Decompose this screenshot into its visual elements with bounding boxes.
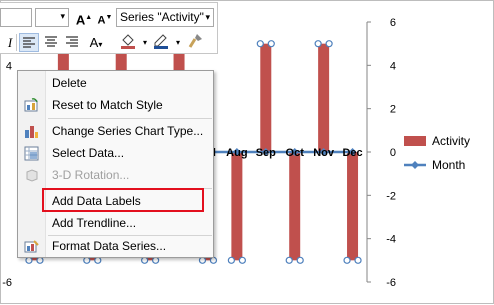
legend-label: Activity: [432, 134, 471, 148]
chart-area[interactable]: 6420-2-4-64-6JulAugSepOctNovDec ▾ A▲ A▼ …: [0, 0, 494, 305]
right-axis-tick-label: 4: [390, 60, 396, 72]
legend-swatch-month: [404, 161, 426, 169]
menu-item-change-chart-type[interactable]: Change Series Chart Type...: [18, 121, 213, 142]
format-painter-icon: [188, 34, 202, 48]
menu-item-label: Change Series Chart Type...: [52, 124, 204, 138]
font-color-button[interactable]: A▾: [86, 33, 106, 52]
selection-handle: [256, 40, 264, 48]
rotation-3d-icon: [26, 169, 38, 182]
selection-handle: [354, 256, 362, 264]
format-series-icon: [24, 240, 39, 253]
bar-activity: [347, 152, 359, 261]
bar-activity: [260, 43, 272, 152]
menu-item-label: Add Trendline...: [52, 216, 137, 230]
selection-handle: [343, 256, 351, 264]
menu-item-reset-style[interactable]: Reset to Match Style: [18, 95, 213, 116]
right-axis-tick-label: -6: [386, 277, 396, 289]
menu-divider: [48, 118, 212, 119]
category-label: Sep: [256, 147, 276, 159]
selection-handle: [296, 256, 304, 264]
italic-button[interactable]: I: [0, 33, 20, 52]
category-label: Dec: [342, 147, 362, 159]
outline-color-dropdown-icon[interactable]: ▾: [168, 33, 188, 52]
right-axis-tick-label: -4: [386, 234, 396, 246]
increase-font-button[interactable]: A▲: [74, 8, 94, 27]
reset-style-icon: [24, 98, 38, 112]
mini-toolbar: ▾ A▲ A▼ Series "Activity" ▾ I A▾ ▾ ▾: [0, 2, 218, 54]
menu-item-3d-rotation: 3-D Rotation...: [18, 165, 213, 186]
align-right-button[interactable]: [62, 33, 82, 52]
select-data-icon: [24, 146, 39, 161]
format-painter-button[interactable]: [186, 33, 206, 52]
menu-item-label: Format Data Series...: [52, 239, 167, 253]
menu-item-add-trendline[interactable]: Add Trendline...: [18, 213, 213, 234]
selection-handle: [152, 256, 160, 264]
selection-handle: [83, 256, 91, 264]
decrease-font-button[interactable]: A▼: [95, 8, 115, 27]
right-axis-tick-label: -2: [386, 190, 396, 202]
chart-type-icon: [25, 126, 38, 138]
context-menu: Delete Reset to Match Style Change Serie…: [17, 70, 214, 258]
align-center-button[interactable]: [41, 33, 61, 52]
right-axis-tick-label: 0: [390, 147, 396, 159]
legend[interactable]: Activity Month: [400, 130, 492, 180]
category-label: Aug: [226, 147, 247, 159]
left-axis-tick-label: -6: [2, 277, 12, 289]
selection-handle: [285, 256, 293, 264]
align-right-icon: [66, 36, 78, 47]
selection-handle: [238, 256, 246, 264]
series-selector-label: Series "Activity": [120, 10, 204, 24]
legend-item-month[interactable]: Month: [400, 156, 492, 174]
selection-handle: [267, 40, 275, 48]
left-axis-tick-label: 4: [6, 60, 12, 72]
toolbar-row-font: ▾ A▲ A▼ Series "Activity" ▾: [0, 5, 218, 29]
menu-item-label: Delete: [52, 76, 87, 90]
bar-activity: [318, 43, 330, 152]
bar-activity: [231, 152, 243, 261]
right-axis-tick-label: 6: [390, 17, 396, 29]
legend-label: Month: [432, 158, 466, 172]
menu-item-delete[interactable]: Delete: [18, 73, 213, 94]
selection-handle: [198, 256, 207, 264]
toolbar-row-format: I A▾ ▾ ▾: [0, 30, 218, 54]
highlight-frame: [42, 188, 204, 212]
selection-handle: [141, 256, 149, 264]
selection-handle: [94, 256, 102, 264]
align-left-icon: [23, 37, 35, 48]
font-size-field[interactable]: ▾: [35, 8, 69, 27]
category-label: Oct: [286, 147, 305, 159]
legend-swatch-activity: [404, 136, 426, 146]
selection-handle: [325, 40, 333, 48]
menu-item-label: 3-D Rotation...: [52, 168, 130, 182]
bar-activity: [289, 152, 301, 261]
selection-handle: [36, 256, 44, 264]
align-center-icon: [45, 36, 57, 47]
menu-item-format-data-series[interactable]: Format Data Series...: [18, 236, 213, 257]
category-label: Nov: [313, 147, 335, 159]
font-size-dropdown-icon[interactable]: ▾: [60, 11, 65, 22]
legend-item-activity[interactable]: Activity: [400, 132, 492, 150]
selection-handle: [314, 40, 322, 48]
menu-item-select-data[interactable]: Select Data...: [18, 143, 213, 164]
selection-handle: [227, 256, 235, 264]
right-axis-tick-label: 2: [390, 104, 396, 116]
font-name-field[interactable]: [0, 8, 32, 27]
selection-handle: [25, 256, 33, 264]
selection-handle: [209, 256, 218, 264]
menu-item-label: Reset to Match Style: [52, 98, 163, 112]
toolbar-divider: [16, 34, 17, 51]
menu-item-label: Select Data...: [52, 146, 125, 160]
series-selector[interactable]: Series "Activity" ▾: [116, 8, 214, 27]
align-left-button[interactable]: [19, 33, 39, 52]
chevron-down-icon: ▾: [205, 12, 210, 22]
